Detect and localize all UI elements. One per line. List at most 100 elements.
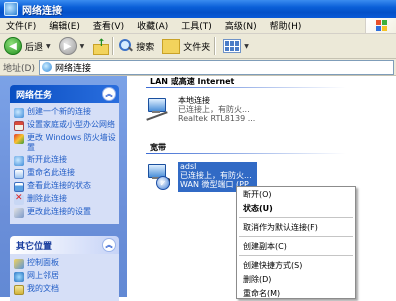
connection-device: Realtek RTL8139 ... bbox=[178, 114, 256, 123]
menu-file[interactable]: 文件(F) bbox=[0, 19, 43, 32]
menu-item-status[interactable]: 状态(U) bbox=[237, 201, 355, 215]
collapse-icon[interactable]: ︽ bbox=[102, 238, 116, 252]
back-label: 后退 bbox=[25, 42, 44, 53]
network-tasks-panel: 网络任务 ︽ 创建一个新的连接 设置家庭或小型办公网络 更改 Windows 防… bbox=[10, 85, 119, 224]
task-label: 查看此连接的状态 bbox=[27, 181, 91, 190]
broadband-connection-icon: ✓ bbox=[144, 162, 174, 192]
address-value: 网络连接 bbox=[54, 63, 91, 74]
group-divider bbox=[146, 87, 346, 88]
connection-name: 本地连接 bbox=[178, 96, 210, 105]
search-label: 搜索 bbox=[136, 42, 155, 53]
task-label: 删除此连接 bbox=[27, 194, 67, 203]
window-title: 网络连接 bbox=[22, 5, 62, 17]
new-connection-icon bbox=[14, 108, 24, 118]
task-create-connection[interactable]: 创建一个新的连接 bbox=[14, 107, 116, 118]
chevron-down-icon[interactable]: ▼ bbox=[46, 43, 51, 50]
task-rename[interactable]: 重命名此连接 bbox=[14, 168, 116, 179]
menu-advanced[interactable]: 高级(N) bbox=[219, 19, 264, 32]
task-delete[interactable]: 删除此连接 bbox=[14, 193, 116, 205]
views-button[interactable]: ▼ bbox=[221, 39, 249, 53]
menu-separator bbox=[239, 236, 353, 237]
chevron-down-icon[interactable]: ▼ bbox=[244, 43, 249, 50]
network-connections-icon bbox=[41, 62, 52, 72]
place-network-places[interactable]: 网上邻居 bbox=[14, 271, 116, 282]
task-disconnect[interactable]: 断开此连接 bbox=[14, 155, 116, 166]
up-button[interactable]: ↑ bbox=[92, 38, 110, 55]
connection-status: 已连接上，有防火... bbox=[180, 171, 252, 180]
default-connection-check-icon: ✓ bbox=[156, 176, 170, 190]
chevron-down-icon[interactable]: ▼ bbox=[80, 43, 85, 50]
task-label: 重命名此连接 bbox=[27, 168, 75, 177]
context-menu: 断开(O) 状态(U) 取消作为默认连接(F) 创建副本(C) 创建快捷方式(S… bbox=[236, 186, 356, 299]
task-label: 更改 Windows 防火墙设置 bbox=[27, 133, 116, 152]
toolbar: ◀ 后退 ▼ ▶ ▼ ↑ 搜索 文件夹 ▼ bbox=[0, 34, 396, 59]
folders-button[interactable]: 文件夹 bbox=[162, 38, 210, 54]
collapse-icon[interactable]: ︽ bbox=[102, 87, 116, 101]
task-home-network[interactable]: 设置家庭或小型办公网络 bbox=[14, 120, 116, 131]
place-control-panel[interactable]: 控制面板 bbox=[14, 258, 116, 269]
task-pane: 网络任务 ︽ 创建一个新的连接 设置家庭或小型办公网络 更改 Windows 防… bbox=[0, 76, 127, 301]
control-panel-icon bbox=[14, 259, 24, 269]
views-icon bbox=[223, 39, 242, 53]
place-label: 网上邻居 bbox=[27, 271, 59, 280]
group-header-lan: LAN 或高速 Internet bbox=[150, 77, 235, 86]
menu-bar: 文件(F) 编辑(E) 查看(V) 收藏(A) 工具(T) 高级(N) 帮助(H… bbox=[0, 18, 396, 34]
network-tasks-title: 网络任务 bbox=[16, 90, 53, 101]
rename-icon bbox=[14, 169, 24, 179]
menu-separator bbox=[239, 255, 353, 256]
menu-item-delete[interactable]: 删除(D) bbox=[237, 272, 355, 286]
task-change-settings[interactable]: 更改此连接的设置 bbox=[14, 207, 116, 218]
other-places-title: 其它位置 bbox=[16, 241, 53, 252]
forward-arrow-icon: ▶ bbox=[58, 37, 77, 55]
other-places-header[interactable]: 其它位置 ︽ bbox=[10, 236, 119, 254]
menu-edit[interactable]: 编辑(E) bbox=[43, 19, 87, 32]
network-connections-icon bbox=[4, 2, 18, 16]
task-label: 设置家庭或小型办公网络 bbox=[27, 120, 115, 129]
back-button[interactable]: ◀ 后退 ▼ bbox=[4, 37, 51, 55]
menu-tools[interactable]: 工具(T) bbox=[175, 19, 219, 32]
disconnect-icon bbox=[14, 156, 24, 166]
task-label: 断开此连接 bbox=[27, 155, 67, 164]
menu-view[interactable]: 查看(V) bbox=[87, 19, 131, 32]
connection-status: 已连接上，有防火... bbox=[178, 105, 250, 114]
firewall-icon bbox=[14, 134, 24, 144]
connection-local[interactable]: 本地连接 已连接上，有防火... Realtek RTL8139 ... bbox=[144, 96, 255, 126]
title-bar[interactable]: 网络连接 bbox=[0, 0, 396, 18]
task-label: 创建一个新的连接 bbox=[27, 107, 91, 116]
search-button[interactable]: 搜索 bbox=[119, 39, 154, 53]
forward-button[interactable]: ▶ ▼ bbox=[58, 37, 85, 55]
place-my-documents[interactable]: 我的文档 bbox=[14, 284, 116, 295]
folder-up-icon: ↑ bbox=[92, 38, 110, 55]
menu-help[interactable]: 帮助(H) bbox=[264, 19, 309, 32]
network-tasks-header[interactable]: 网络任务 ︽ bbox=[10, 85, 119, 103]
my-documents-icon bbox=[14, 285, 24, 295]
menu-separator bbox=[239, 217, 353, 218]
address-bar: 地址(D) 网络连接 bbox=[0, 59, 396, 76]
folders-icon bbox=[162, 38, 181, 54]
other-places-panel: 其它位置 ︽ 控制面板 网上邻居 我的文档 bbox=[10, 236, 119, 301]
task-firewall[interactable]: 更改 Windows 防火墙设置 bbox=[14, 133, 116, 153]
group-header-broadband: 宽带 bbox=[150, 143, 166, 152]
windows-logo-icon bbox=[365, 18, 396, 33]
other-places-list: 控制面板 网上邻居 我的文档 bbox=[10, 254, 119, 301]
address-input[interactable]: 网络连接 bbox=[38, 59, 394, 75]
menu-item-cancel-default[interactable]: 取消作为默认连接(F) bbox=[237, 220, 355, 234]
place-label: 我的文档 bbox=[27, 284, 59, 293]
menu-item-rename[interactable]: 重命名(M) bbox=[237, 286, 355, 300]
menu-item-create-copy[interactable]: 创建副本(C) bbox=[237, 239, 355, 253]
home-network-icon bbox=[14, 121, 24, 131]
menu-item-disconnect[interactable]: 断开(O) bbox=[237, 187, 355, 201]
connection-local-text: 本地连接 已连接上，有防火... Realtek RTL8139 ... bbox=[178, 96, 255, 126]
menu-favorites[interactable]: 收藏(A) bbox=[131, 19, 175, 32]
place-label: 控制面板 bbox=[27, 258, 59, 267]
search-icon bbox=[119, 39, 134, 53]
task-label: 更改此连接的设置 bbox=[27, 207, 91, 216]
task-view-status[interactable]: 查看此连接的状态 bbox=[14, 181, 116, 192]
back-arrow-icon: ◀ bbox=[4, 37, 22, 55]
settings-icon bbox=[14, 208, 24, 218]
menu-item-create-shortcut[interactable]: 创建快捷方式(S) bbox=[237, 258, 355, 272]
delete-icon bbox=[14, 193, 24, 205]
network-places-icon bbox=[14, 272, 24, 282]
toolbar-separator bbox=[214, 37, 216, 55]
lan-connection-icon bbox=[144, 96, 174, 126]
